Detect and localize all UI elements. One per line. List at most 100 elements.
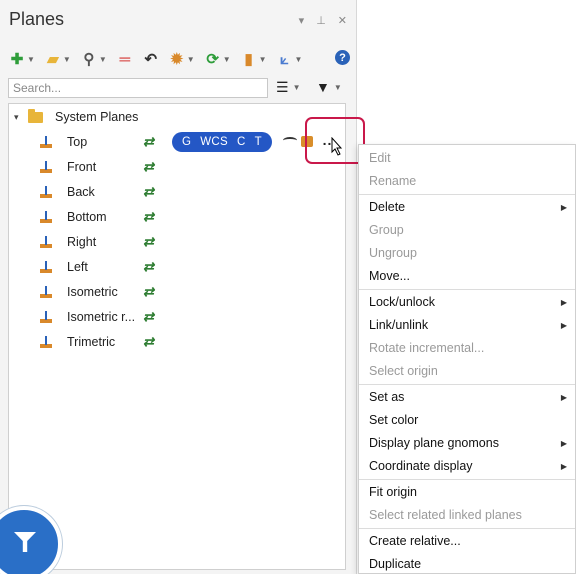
plane-assignment-tags[interactable]: G WCS C T <box>172 132 272 152</box>
chevron-down-icon[interactable]: ▼ <box>259 55 267 64</box>
plane-tag: C <box>236 136 246 148</box>
visibility-icon[interactable] <box>283 137 297 144</box>
menu-item-label: Link/unlink <box>369 318 429 332</box>
gear-icon: ✹ <box>170 51 184 68</box>
close-icon[interactable]: ✕ <box>338 14 347 27</box>
equals-icon: ═ <box>119 50 131 68</box>
menu-item-set-color[interactable]: Set color <box>359 409 575 431</box>
toolbar-button-book[interactable]: ▮ ▼ <box>240 49 274 69</box>
tree-item-label: Right <box>67 235 97 249</box>
tree-item-plane[interactable]: Left ⇄ <box>9 256 345 278</box>
menu-item-label: Create relative... <box>369 534 461 548</box>
menu-item-delete[interactable]: Delete ▶ <box>359 196 575 218</box>
logo-mark-icon <box>14 532 36 552</box>
tree-item-label: Left <box>67 260 88 274</box>
menu-item-display-plane-gnomons[interactable]: Display plane gnomons ▶ <box>359 432 575 454</box>
tree-item-plane[interactable]: Right ⇄ <box>9 231 345 253</box>
menu-item-label: Edit <box>369 151 391 165</box>
menu-item-label: Fit origin <box>369 485 417 499</box>
expand-chevron-icon[interactable]: ▾ <box>14 112 19 123</box>
tree-item-label: Trimetric <box>67 335 116 349</box>
tree-item-plane[interactable]: Isometric r... ⇄ <box>9 306 345 328</box>
pin-icon[interactable]: ⊥ <box>316 14 326 27</box>
panel-window-controls: ▾ ⊥ ✕ <box>299 14 347 27</box>
menu-separator <box>359 384 575 385</box>
menu-item-rename[interactable]: Rename <box>359 170 575 192</box>
tree-item-plane[interactable]: Bottom ⇄ <box>9 206 345 228</box>
menu-item-label: Rename <box>369 174 417 188</box>
help-button[interactable]: ? <box>335 50 350 65</box>
plane-icon <box>40 236 52 248</box>
tree-item-plane[interactable]: Top ⇄ G WCS C T... <box>9 131 345 153</box>
toolbar-button-folder-star[interactable]: ▰ ▼ <box>44 49 78 69</box>
panel-title-bar: Planes ▾ ⊥ ✕ <box>0 0 357 40</box>
menu-separator <box>359 528 575 529</box>
menu-item-select-related-linked-planes[interactable]: Select related linked planes <box>359 504 575 526</box>
chevron-down-icon[interactable]: ▼ <box>27 55 35 64</box>
plane-tag: G <box>182 136 192 148</box>
plane-icon <box>40 161 52 173</box>
menu-item-duplicate[interactable]: Duplicate <box>359 553 575 574</box>
axes-icon: ⟀ <box>280 50 290 68</box>
menu-item-create-relative[interactable]: Create relative... <box>359 530 575 552</box>
plane-link-icon: ⇄ <box>143 284 154 299</box>
search-input[interactable] <box>8 78 268 98</box>
menu-item-ungroup[interactable]: Ungroup <box>359 242 575 264</box>
menu-item-coordinate-display[interactable]: Coordinate display ▶ <box>359 455 575 477</box>
mouse-cursor-icon <box>331 137 343 156</box>
menu-item-lock-unlock[interactable]: Lock/unlock ▶ <box>359 291 575 313</box>
toolbar-button-search[interactable]: ⚲ ▼ <box>80 49 114 69</box>
tree-item-label: Back <box>67 185 95 199</box>
menu-item-label: Coordinate display <box>369 459 473 473</box>
submenu-arrow-icon: ▶ <box>560 297 567 307</box>
tree-item-plane[interactable]: Back ⇄ <box>9 181 345 203</box>
menu-item-link-unlink[interactable]: Link/unlink ▶ <box>359 314 575 336</box>
menu-item-edit[interactable]: Edit <box>359 147 575 169</box>
toolbar-button-undo[interactable]: ↶ <box>142 49 160 69</box>
menu-item-set-as[interactable]: Set as ▶ <box>359 386 575 408</box>
menu-item-label: Select origin <box>369 364 438 378</box>
chevron-down-icon[interactable]: ▼ <box>99 55 107 64</box>
plane-icon <box>40 211 52 223</box>
search-row: ☰▼ ▼▼ <box>8 78 350 98</box>
toolbar-button-plus[interactable]: ✚ ▼ <box>8 49 42 69</box>
chevron-down-icon[interactable]: ▼ <box>223 55 231 64</box>
tree-item-plane[interactable]: Front ⇄ <box>9 156 345 178</box>
plane-link-icon: ⇄ <box>143 209 154 224</box>
tree-item-label: Top <box>67 135 88 149</box>
folder-star-icon: ▰ <box>47 51 59 68</box>
toolbar-button-equals[interactable]: ═ <box>116 49 134 69</box>
sort-button[interactable]: ☰ ▼ <box>276 79 300 96</box>
chevron-down-icon[interactable]: ▼ <box>187 55 195 64</box>
menu-item-rotate-incremental[interactable]: Rotate incremental... <box>359 337 575 359</box>
tree-item-plane[interactable]: Trimetric ⇄ <box>9 331 345 353</box>
toolbar-button-refresh[interactable]: ⟳ ▼ <box>204 49 238 69</box>
tree-item-label: Isometric <box>67 285 118 299</box>
menu-item-select-origin[interactable]: Select origin <box>359 360 575 382</box>
tree-item-label: Isometric r... <box>67 310 136 324</box>
chevron-down-icon[interactable]: ▼ <box>295 55 303 64</box>
tree-root-system-planes[interactable]: ▾ System Planes <box>9 106 345 128</box>
filter-button[interactable]: ▼ ▼ <box>316 79 342 95</box>
menu-item-group[interactable]: Group <box>359 219 575 241</box>
menu-item-fit-origin[interactable]: Fit origin <box>359 481 575 503</box>
plane-link-icon: ⇄ <box>143 159 154 174</box>
menu-item-label: Delete <box>369 200 406 214</box>
menu-item-label: Rotate incremental... <box>369 341 485 355</box>
plane-link-icon: ⇄ <box>143 334 154 349</box>
tree-item-label: Front <box>67 160 97 174</box>
chevron-down-icon[interactable]: ▼ <box>63 55 71 64</box>
menu-item-move[interactable]: Move... <box>359 265 575 287</box>
chevron-down-icon: ▼ <box>333 82 342 92</box>
plane-icon <box>40 286 52 298</box>
planes-panel: Planes ▾ ⊥ ✕ ✚▼▰▼⚲▼═↶✹▼⟳▼▮▼⟀▼? ☰▼ ▼▼ ▾ S… <box>0 0 357 574</box>
dropdown-icon[interactable]: ▾ <box>299 14 305 27</box>
plus-icon: ✚ <box>10 51 24 68</box>
submenu-arrow-icon: ▶ <box>560 392 567 402</box>
submenu-arrow-icon: ▶ <box>560 438 567 448</box>
toolbar-button-axes[interactable]: ⟀ ▼ <box>276 49 310 69</box>
plane-link-icon: ⇄ <box>143 184 154 199</box>
menu-item-label: Move... <box>369 269 410 283</box>
toolbar-button-gear[interactable]: ✹ ▼ <box>168 49 202 69</box>
tree-item-plane[interactable]: Isometric ⇄ <box>9 281 345 303</box>
